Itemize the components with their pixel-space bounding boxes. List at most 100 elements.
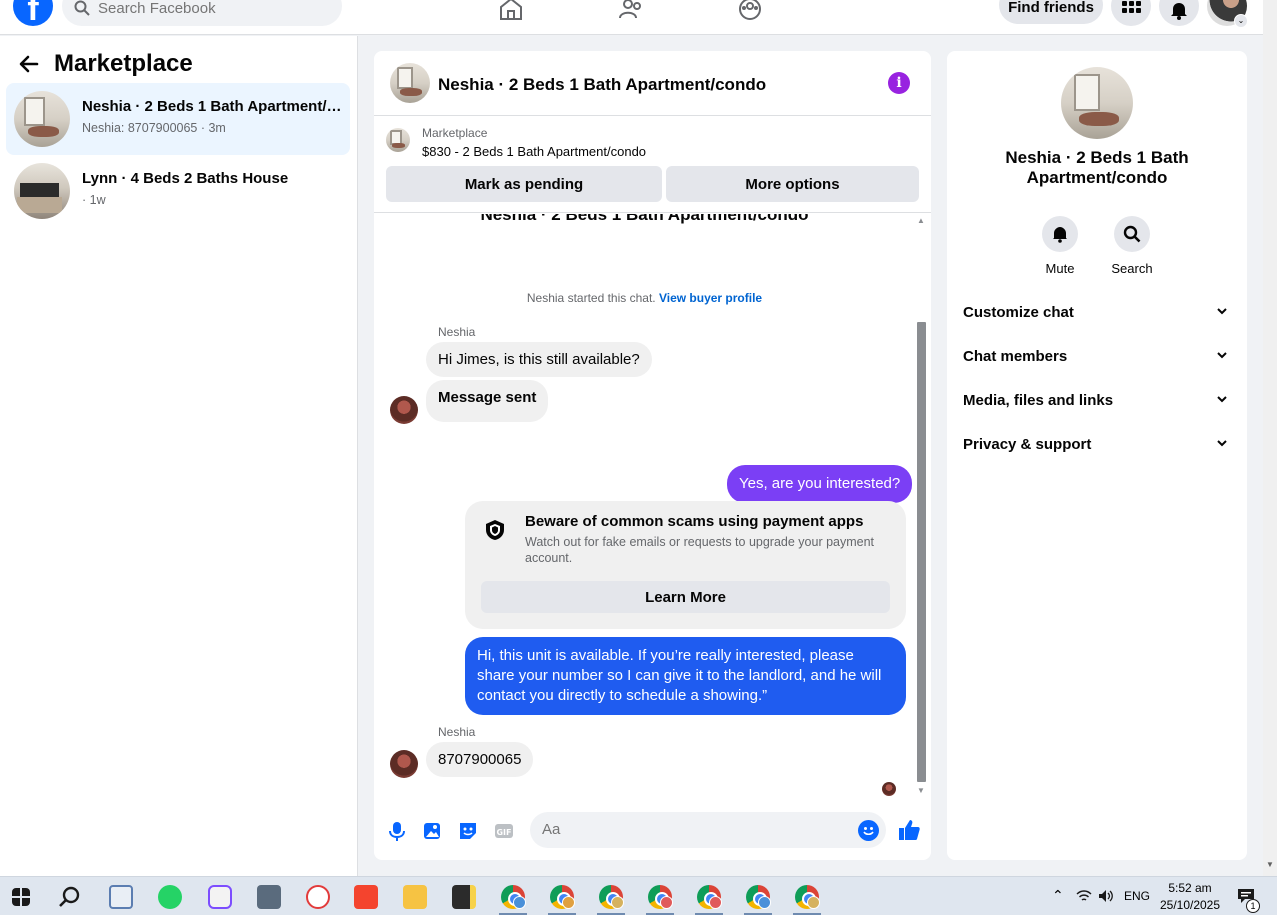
input-language-indicator[interactable]: ENG — [1124, 889, 1150, 903]
whatsapp-icon[interactable] — [158, 885, 182, 909]
volume-icon[interactable] — [1098, 889, 1114, 903]
clock-date: 25/10/2025 — [1159, 898, 1221, 912]
conversation-item-neshia[interactable]: Neshia · 2 Beds 1 Bath Apartment/condo N… — [6, 83, 350, 155]
wifi-icon[interactable] — [1076, 889, 1092, 903]
sender-avatar[interactable] — [390, 750, 418, 778]
back-arrow-icon[interactable] — [18, 53, 40, 75]
thread-intro-title: Neshia · 2 Beds 1 Bath Apartment/condo — [480, 214, 809, 224]
learn-more-button[interactable]: Learn More — [481, 581, 890, 613]
listing-thumbnail — [14, 91, 70, 147]
section-title: Chat members — [963, 348, 1068, 365]
incoming-message[interactable]: 8707900065 — [426, 742, 534, 777]
conversation-title: Lynn · 4 Beds 2 Baths House — [82, 170, 289, 187]
clock-time: 5:52 am — [1168, 881, 1212, 895]
outgoing-message[interactable]: Hi, this unit is available. If you’re re… — [465, 637, 906, 715]
snipping-tool-icon[interactable] — [306, 885, 330, 909]
mute-label: Mute — [1045, 261, 1075, 276]
mute-button[interactable] — [1042, 216, 1078, 252]
app-icon-document[interactable] — [109, 885, 133, 909]
app-icon-c[interactable] — [208, 885, 232, 909]
chevron-down-icon — [1217, 396, 1227, 403]
find-friends-button[interactable]: Find friends — [999, 0, 1103, 24]
search-in-chat-button[interactable] — [1114, 216, 1150, 252]
like-thumb-icon[interactable] — [897, 818, 921, 842]
scroll-up-arrow-icon[interactable]: ▲ — [917, 216, 925, 225]
emoji-icon[interactable] — [858, 820, 879, 841]
view-buyer-profile-link[interactable]: View buyer profile — [659, 291, 762, 305]
sticky-notes-icon[interactable] — [452, 885, 476, 909]
marketplace-sidebar: Marketplace Neshia · 2 Beds 1 Bath Apart… — [0, 36, 358, 876]
sender-avatar[interactable] — [390, 396, 418, 424]
photo-icon[interactable] — [421, 820, 443, 842]
outgoing-message[interactable]: Yes, are you interested? — [727, 465, 913, 503]
message-input-box[interactable] — [530, 812, 886, 848]
message-input[interactable] — [542, 821, 842, 838]
chat-started-notice: Neshia started this chat. View buyer pro… — [374, 291, 915, 305]
search-icon — [74, 0, 90, 16]
warning-title: Beware of common scams using payment app… — [525, 513, 864, 530]
chrome-icon[interactable] — [599, 885, 624, 909]
search-label: Search — [1111, 261, 1153, 276]
conversation-preview: Neshia: 8707900065 · 3m — [82, 121, 226, 135]
anydesk-icon[interactable] — [354, 885, 378, 909]
search-input[interactable] — [98, 0, 328, 17]
chevron-down-icon — [1217, 440, 1227, 447]
groups-icon[interactable] — [737, 0, 763, 22]
listing-avatar[interactable] — [1061, 67, 1133, 139]
incoming-message[interactable]: Hi Jimes, is this still available? — [426, 342, 652, 377]
show-hidden-icons-chevron-icon[interactable]: ⌃ — [1052, 887, 1064, 904]
gif-icon[interactable]: GIF — [493, 820, 515, 842]
customize-chat-section[interactable]: Customize chat — [947, 292, 1247, 332]
file-explorer-icon[interactable] — [403, 885, 427, 909]
chat-members-section[interactable]: Chat members — [947, 336, 1247, 376]
chevron-down-icon — [1217, 352, 1227, 359]
message-thread[interactable]: Neshia · 2 Beds 1 Bath Apartment/condo N… — [374, 214, 931, 799]
listing-thumbnail[interactable] — [386, 128, 410, 152]
info-icon[interactable]: i — [888, 72, 910, 94]
sticker-icon[interactable] — [457, 820, 479, 842]
microphone-icon[interactable] — [386, 820, 408, 842]
search-icon[interactable] — [58, 885, 82, 909]
started-text: Neshia started this chat. — [526, 291, 656, 305]
details-title: Neshia · 2 Beds 1 Bath Apartment/condo — [1005, 148, 1189, 187]
scroll-thumb[interactable] — [917, 322, 926, 782]
chrome-icon[interactable] — [697, 885, 722, 909]
sidebar-header: Marketplace — [18, 50, 193, 78]
page-scrollbar[interactable]: ▼ — [1263, 0, 1277, 876]
chrome-icon[interactable] — [648, 885, 673, 909]
section-title: Customize chat — [963, 304, 1074, 321]
search-facebook-box[interactable] — [62, 0, 342, 26]
calculator-icon[interactable] — [257, 885, 281, 909]
privacy-support-section[interactable]: Privacy & support — [947, 424, 1247, 464]
conversation-item-lynn[interactable]: Lynn · 4 Beds 2 Baths House · 1w — [6, 155, 350, 227]
scroll-down-arrow-icon[interactable]: ▼ — [917, 786, 925, 795]
incoming-message[interactable]: Message sent — [426, 380, 549, 422]
facebook-logo-icon[interactable]: f — [13, 0, 53, 28]
home-icon[interactable] — [498, 0, 524, 22]
thread-scrollbar[interactable]: ▲ ▼ — [915, 214, 929, 799]
shield-icon — [486, 520, 504, 540]
chrome-icon[interactable] — [795, 885, 820, 909]
chat-title[interactable]: Neshia · 2 Beds 1 Bath Apartment/condo — [438, 75, 766, 95]
chat-header: Neshia · 2 Beds 1 Bath Apartment/condo i — [374, 51, 931, 116]
chrome-icon[interactable] — [550, 885, 575, 909]
mark-as-pending-button[interactable]: Mark as pending — [386, 166, 662, 202]
scroll-down-arrow-icon[interactable]: ▼ — [1266, 860, 1274, 869]
listing-price-title[interactable]: $830 - 2 Beds 1 Bath Apartment/condo — [422, 144, 646, 159]
menu-button[interactable] — [1111, 0, 1151, 26]
read-receipt-avatar — [882, 782, 896, 796]
chat-listing-avatar[interactable] — [390, 63, 430, 103]
windows-start-icon[interactable] — [12, 888, 30, 906]
media-files-links-section[interactable]: Media, files and links — [947, 380, 1247, 420]
more-options-button[interactable]: More options — [666, 166, 919, 202]
chevron-down-icon[interactable]: ⌄ — [1234, 14, 1248, 28]
friends-icon[interactable] — [618, 0, 644, 22]
mute-action[interactable]: Mute — [1025, 216, 1095, 276]
notifications-button[interactable] — [1159, 0, 1199, 26]
chrome-icon[interactable] — [746, 885, 771, 909]
chrome-icon[interactable] — [501, 885, 526, 909]
section-title: Media, files and links — [963, 392, 1114, 409]
system-clock[interactable]: 5:52 am 25/10/2025 — [1150, 880, 1230, 914]
search-action[interactable]: Search — [1097, 216, 1167, 276]
chat-panel: Neshia · 2 Beds 1 Bath Apartment/condo i… — [374, 51, 931, 860]
